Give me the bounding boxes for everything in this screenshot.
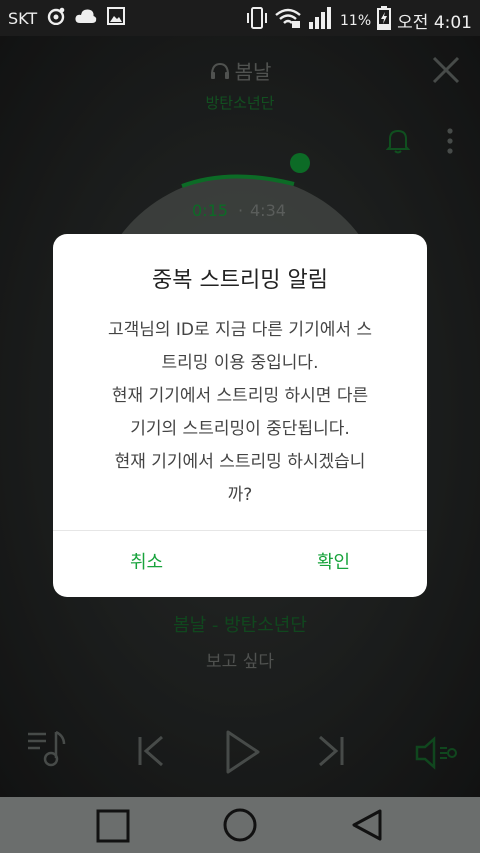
dialog-title: 중복 스트리밍 알림 — [152, 268, 328, 293]
dialog-message-line: 현재 기기에서 스트리밍 하시면 다른 — [111, 386, 369, 406]
dialog-message-line: 까? — [227, 485, 253, 505]
image-icon — [107, 7, 126, 29]
cancel-button[interactable]: 취소 — [53, 540, 240, 586]
dialog-message-line: 고객님의 ID로 지금 다른 기기에서 스 — [107, 320, 373, 340]
back-icon[interactable] — [350, 808, 384, 846]
cloud-icon — [75, 8, 97, 28]
confirm-button[interactable]: 확인 — [240, 540, 427, 586]
clock-label: 오전 4:01 — [397, 13, 472, 33]
wifi-lock-icon — [274, 7, 302, 34]
carrier-label: SKT — [8, 8, 38, 28]
signal-icon — [308, 6, 334, 35]
dialog-message: 고객님의 ID로 지금 다른 기기에서 스 트리밍 이용 중입니다. 현재 기기… — [71, 314, 409, 512]
duplicate-streaming-dialog: 중복 스트리밍 알림 고객님의 ID로 지금 다른 기기에서 스 트리밍 이용 … — [53, 234, 427, 597]
dialog-message-line: 기기의 스트리밍이 중단됩니다. — [130, 419, 350, 439]
dialog-message-line: 현재 기기에서 스트리밍 하시겠습니 — [114, 452, 366, 472]
battery-label: 11% — [340, 12, 372, 29]
home-icon[interactable] — [222, 807, 258, 847]
status-bar: SKT 11% 오전 4:01 — [0, 0, 480, 36]
battery-charging-icon — [377, 6, 392, 35]
navigation-bar — [0, 797, 480, 853]
vibrate-icon — [246, 6, 268, 35]
recent-apps-icon[interactable] — [96, 809, 130, 847]
record-icon — [47, 7, 65, 29]
dialog-divider — [53, 530, 427, 531]
dialog-message-line: 트리밍 이용 중입니다. — [161, 353, 319, 373]
